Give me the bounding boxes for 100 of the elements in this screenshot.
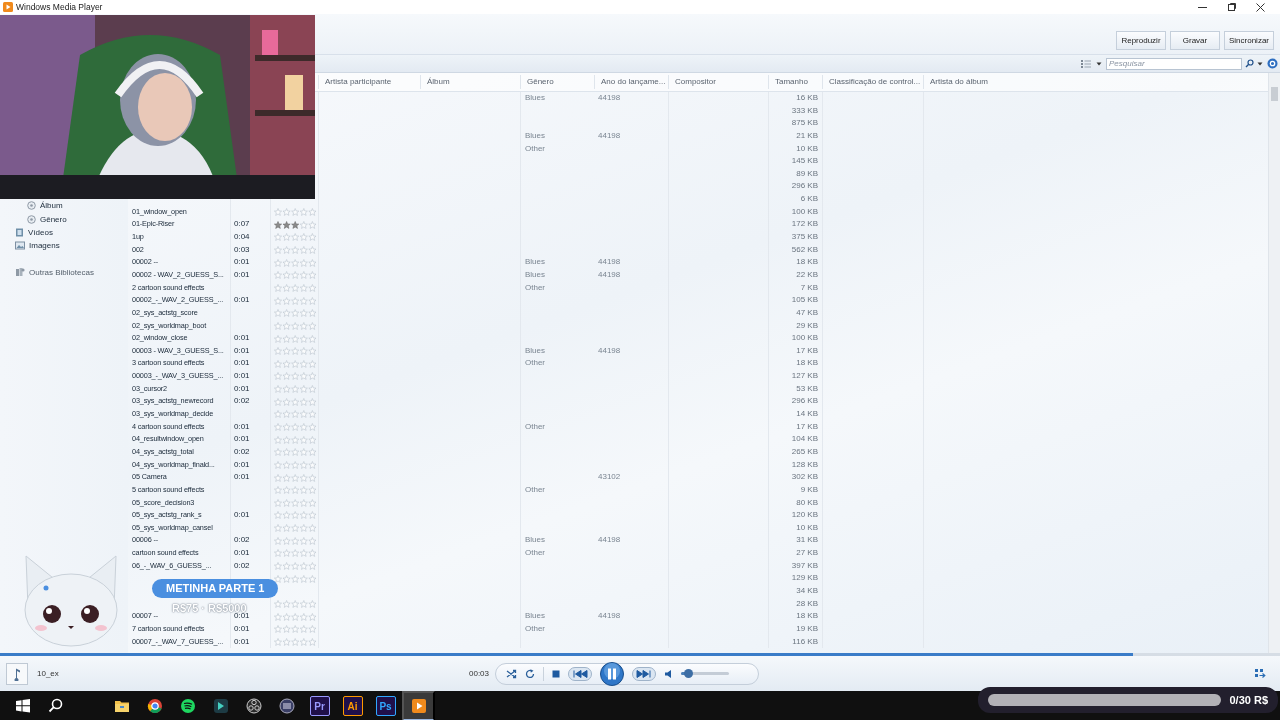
- size-cell: 375 KB: [768, 231, 822, 244]
- list-app-icon[interactable]: [278, 698, 295, 714]
- size-cell: 22 KB: [768, 268, 822, 282]
- star-rating[interactable]: [274, 599, 317, 608]
- size-cell: 127 KB: [768, 370, 822, 383]
- year-cell-text: 44198: [597, 268, 622, 281]
- size-cell: 875 KB: [768, 117, 822, 130]
- goal-label: 0/30 R$: [1229, 694, 1268, 706]
- browser-icon[interactable]: [146, 698, 163, 714]
- size-cell: 116 KB: [768, 635, 822, 649]
- star-rating[interactable]: [274, 233, 317, 242]
- star-rating[interactable]: [274, 359, 317, 368]
- size-cell: 27 KB: [768, 547, 822, 560]
- next-icon[interactable]: [632, 666, 657, 681]
- view-options-icon[interactable]: [1080, 58, 1092, 69]
- track-length: 0:02: [230, 395, 270, 409]
- star-rating[interactable]: [274, 397, 317, 406]
- app-button[interactable]: Pr: [303, 691, 336, 720]
- column-header[interactable]: Classificação de control...: [822, 75, 923, 89]
- size-cell: 397 KB: [768, 559, 822, 573]
- switch-view-icon[interactable]: [1254, 668, 1266, 679]
- star-rating[interactable]: [274, 385, 317, 394]
- star-rating[interactable]: [274, 511, 317, 520]
- size-cell: 28 KB: [768, 597, 822, 611]
- star-rating[interactable]: [274, 296, 317, 305]
- star-rating[interactable]: [274, 220, 317, 229]
- column-header[interactable]: Álbum: [420, 75, 520, 89]
- star-rating[interactable]: [274, 498, 317, 507]
- music-note-icon: [12, 666, 22, 681]
- star-rating[interactable]: [274, 473, 317, 482]
- column-header[interactable]: Compositor: [668, 75, 768, 89]
- app-button[interactable]: Ai: [336, 691, 369, 720]
- close-icon[interactable]: [1253, 2, 1268, 12]
- star-rating[interactable]: [274, 625, 317, 634]
- column-header[interactable]: Gênero: [520, 75, 594, 89]
- size-cell: 562 KB: [768, 243, 822, 257]
- size-cell: 53 KB: [768, 382, 822, 396]
- star-rating[interactable]: [274, 549, 317, 558]
- star-rating[interactable]: [274, 486, 317, 495]
- sidebar-item[interactable]: Imagens: [29, 241, 60, 251]
- shuffle-icon[interactable]: [506, 668, 518, 679]
- star-rating[interactable]: [274, 283, 317, 292]
- star-rating[interactable]: [274, 246, 317, 254]
- track-length: 0:01: [230, 382, 270, 396]
- sidebar-item[interactable]: Vídeos: [28, 227, 53, 237]
- star-rating[interactable]: [274, 524, 317, 533]
- star-rating[interactable]: [274, 309, 317, 318]
- star-rating[interactable]: [274, 347, 317, 356]
- search-icon[interactable]: [47, 698, 64, 714]
- sidebar-item[interactable]: Outras Bibliotecas: [29, 267, 94, 277]
- star-rating[interactable]: [274, 271, 317, 280]
- star-rating[interactable]: [274, 460, 317, 469]
- column-header[interactable]: Artista do álbum: [923, 75, 1023, 89]
- pause-button[interactable]: [600, 661, 625, 686]
- volume-slider[interactable]: [681, 672, 730, 675]
- size-cell: 17 KB: [768, 344, 822, 358]
- record-app-icon[interactable]: [245, 698, 262, 714]
- speaker-icon[interactable]: [664, 668, 674, 679]
- search-field[interactable]: Pesquisar: [1106, 57, 1242, 70]
- column-header[interactable]: Artista participante: [318, 75, 420, 89]
- star-rating[interactable]: [274, 612, 317, 621]
- star-rating[interactable]: [274, 334, 317, 343]
- star-rating[interactable]: [274, 637, 317, 646]
- size-cell: 18 KB: [768, 610, 822, 623]
- star-rating[interactable]: [274, 562, 317, 571]
- column-header[interactable]: Tamanho: [768, 75, 822, 89]
- star-rating[interactable]: [274, 423, 317, 431]
- editor-app-icon[interactable]: [212, 698, 229, 714]
- star-rating[interactable]: [274, 258, 317, 267]
- folder-icon[interactable]: [113, 698, 130, 714]
- star-rating[interactable]: [274, 536, 317, 545]
- taskbar-button[interactable]: [402, 691, 435, 720]
- tab[interactable]: Reproduzir: [1116, 31, 1166, 50]
- tab[interactable]: Gravar: [1170, 31, 1220, 50]
- help-icon[interactable]: [1267, 58, 1278, 69]
- seek-bar[interactable]: [0, 653, 1280, 656]
- star-rating[interactable]: [274, 372, 317, 381]
- star-rating[interactable]: [274, 448, 317, 457]
- sidebar-item[interactable]: Álbum: [40, 201, 63, 211]
- star-rating[interactable]: [274, 574, 317, 583]
- app-button[interactable]: Ps: [369, 691, 402, 720]
- genre-cell: Blues: [520, 610, 594, 623]
- previous-icon[interactable]: [568, 666, 593, 681]
- star-rating[interactable]: [274, 435, 317, 444]
- sidebar-item[interactable]: Gênero: [40, 214, 67, 224]
- star-rating[interactable]: [274, 321, 317, 330]
- column-header[interactable]: Ano do lançame...: [594, 75, 668, 89]
- tab[interactable]: Sincronizar: [1224, 31, 1274, 50]
- star-rating[interactable]: [274, 208, 317, 217]
- star-rating[interactable]: [274, 410, 317, 419]
- search-icon[interactable]: [1245, 59, 1254, 68]
- size-cell: 29 KB: [768, 319, 822, 333]
- scrollbar[interactable]: [1268, 73, 1280, 653]
- music-app-icon[interactable]: [179, 698, 196, 714]
- windows-logo-icon[interactable]: [14, 698, 31, 714]
- media-player-icon[interactable]: [410, 698, 427, 714]
- repeat-icon[interactable]: [525, 668, 536, 679]
- stop-icon[interactable]: [552, 669, 561, 678]
- genre-cell: Blues: [520, 129, 594, 143]
- track-length: 0:01: [230, 433, 270, 446]
